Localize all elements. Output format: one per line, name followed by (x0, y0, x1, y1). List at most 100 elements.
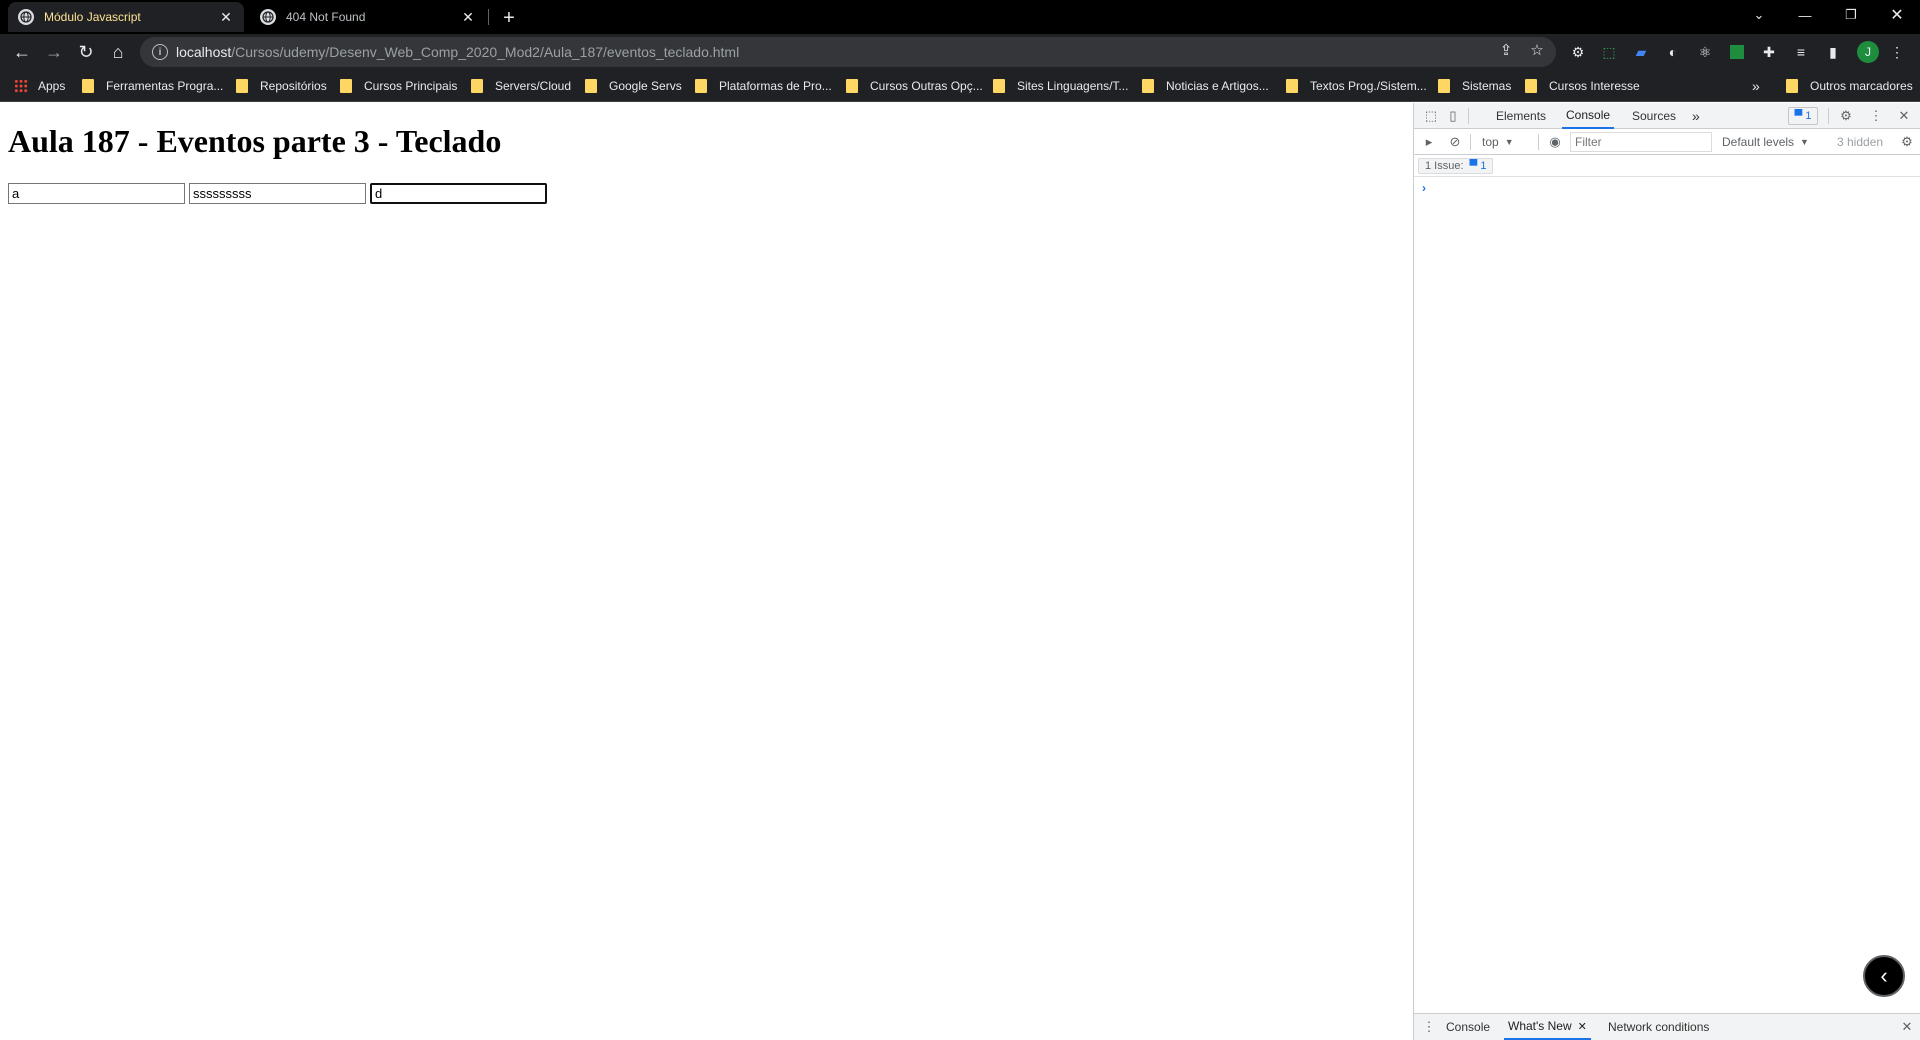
extensions-puzzle-icon[interactable]: ✚ (1760, 43, 1778, 61)
tab-search-chevron-icon[interactable]: ⌄ (1736, 0, 1782, 30)
console-prompt[interactable]: › (1422, 181, 1426, 195)
devtools-menu-icon[interactable]: ⋮ (1867, 107, 1885, 125)
text-input-1[interactable] (8, 183, 185, 204)
folder-icon (695, 79, 707, 93)
bookmark-folder[interactable]: Sites Linguagens/T... (993, 76, 1128, 96)
folder-icon (1438, 79, 1450, 93)
bookmark-folder[interactable]: Noticias e Artigos... (1142, 76, 1269, 96)
close-devtools-icon[interactable]: ✕ (1895, 107, 1913, 125)
console-settings-gear-icon[interactable]: ⚙ (1898, 133, 1916, 151)
minimize-button[interactable]: — (1782, 0, 1828, 30)
home-button[interactable]: ⌂ (106, 40, 130, 64)
floating-back-button[interactable]: ‹ (1863, 955, 1905, 997)
bookmark-star-icon[interactable]: ☆ (1528, 41, 1546, 59)
restore-button[interactable]: ❐ (1828, 0, 1874, 30)
globe-icon (18, 9, 34, 25)
folder-icon (993, 79, 1005, 93)
reading-list-icon[interactable]: ≡ (1792, 43, 1810, 61)
drawer-tab-console[interactable]: Console (1442, 1014, 1494, 1040)
bookmark-folder[interactable]: Repositórios (236, 76, 327, 96)
text-input-2[interactable] (189, 183, 366, 204)
tab-404-not-found[interactable]: 404 Not Found ✕ (250, 2, 486, 32)
device-toolbar-icon[interactable]: ▯ (1444, 107, 1462, 125)
log-levels-selector[interactable]: Default levels ▼ (1722, 133, 1809, 151)
close-tab-icon[interactable]: ✕ (1578, 1020, 1587, 1033)
apps-grid-icon (14, 79, 28, 93)
clear-console-icon[interactable]: ⊘ (1446, 133, 1464, 151)
issues-bar: 1 Issue: ▀ 1 (1414, 155, 1920, 177)
tab-title: 404 Not Found (286, 10, 366, 24)
tab-console[interactable]: Console (1562, 103, 1615, 129)
extension-react-icon[interactable]: ⚛ (1696, 43, 1714, 61)
forward-button[interactable]: → (42, 40, 66, 64)
site-info-icon[interactable]: i (152, 44, 168, 60)
new-tab-button[interactable]: + (497, 6, 521, 30)
bookmark-folder[interactable]: Cursos Outras Opç... (846, 76, 983, 96)
globe-icon (260, 9, 276, 25)
tab-modulo-javascript[interactable]: Módulo Javascript ✕ (8, 2, 244, 32)
bookmarks-overflow-button[interactable]: » (1752, 76, 1760, 96)
bookmark-folder[interactable]: Ferramentas Progra... (82, 76, 223, 96)
message-icon: ▀ (1794, 110, 1803, 122)
hidden-messages-count: 3 hidden (1837, 135, 1884, 149)
console-output[interactable]: › (1414, 177, 1920, 927)
folder-icon (236, 79, 248, 93)
folder-icon (1286, 79, 1298, 93)
side-panel-icon[interactable]: ▮ (1824, 43, 1842, 61)
settings-gear-icon[interactable]: ⚙ (1837, 107, 1855, 125)
profile-avatar[interactable]: J (1857, 41, 1879, 63)
folder-icon (846, 79, 858, 93)
browser-menu-icon[interactable]: ⋮ (1888, 43, 1906, 61)
extension-screenshot-icon[interactable]: ⬚ (1600, 43, 1618, 61)
close-tab-icon[interactable]: ✕ (460, 9, 476, 25)
bookmark-folder[interactable]: Cursos Interesse (1525, 76, 1640, 96)
divider (1538, 134, 1539, 150)
divider (1470, 134, 1471, 150)
text-input-3[interactable] (370, 183, 547, 204)
inspect-element-icon[interactable]: ⬚ (1422, 107, 1440, 125)
close-window-button[interactable]: ✕ (1874, 0, 1920, 30)
message-icon: ▀ (1469, 160, 1478, 172)
address-bar[interactable]: i localhost/Cursos/udemy/Desenv_Web_Comp… (140, 37, 1556, 67)
folder-icon (1142, 79, 1154, 93)
drawer-menu-icon[interactable]: ⋮ (1420, 1018, 1438, 1036)
tab-elements[interactable]: Elements (1492, 103, 1550, 129)
close-tab-icon[interactable]: ✕ (218, 9, 234, 25)
tab-strip: Módulo Javascript ✕ 404 Not Found ✕ + ⌄ … (0, 0, 1920, 34)
bookmark-folder[interactable]: Google Servs (585, 76, 682, 96)
dropdown-arrow-icon: ▼ (1800, 137, 1809, 147)
drawer-tab-network-conditions[interactable]: Network conditions (1604, 1014, 1713, 1040)
extension-green-icon[interactable] (1728, 43, 1746, 61)
more-tabs-button[interactable]: » (1688, 103, 1704, 129)
issues-badge[interactable]: ▀ 1 (1788, 107, 1818, 125)
bookmark-folder[interactable]: Sistemas (1438, 76, 1511, 96)
bookmark-folder[interactable]: Textos Prog./Sistem... (1286, 76, 1427, 96)
bookmark-apps[interactable]: Apps (14, 76, 65, 96)
back-button[interactable]: ← (10, 40, 34, 64)
other-bookmarks-folder[interactable]: Outros marcadores (1786, 76, 1913, 96)
tab-title: Módulo Javascript (44, 10, 141, 24)
drawer-tab-whats-new[interactable]: What's New ✕ (1504, 1014, 1591, 1040)
extension-blue-icon[interactable]: ▰ (1632, 43, 1650, 61)
devtools-drawer: ⋮ Console What's New ✕ Network conditions… (1414, 1013, 1920, 1040)
folder-icon (471, 79, 483, 93)
bookmark-folder[interactable]: Plataformas de Pro... (695, 76, 832, 96)
extension-gear-icon[interactable]: ⚙ (1569, 43, 1587, 61)
issues-link[interactable]: 1 Issue: ▀ 1 (1418, 158, 1494, 174)
extension-circle-icon[interactable]: ◐ (1664, 43, 1682, 61)
live-expression-eye-icon[interactable]: ◉ (1546, 133, 1564, 151)
url-text: localhost/Cursos/udemy/Desenv_Web_Comp_2… (176, 44, 740, 60)
close-drawer-icon[interactable]: ✕ (1898, 1018, 1916, 1036)
bookmark-folder[interactable]: Servers/Cloud (471, 76, 571, 96)
console-toolbar: ▸ ⊘ top▼ ◉ Default levels▼ 3 hidden ⚙ (1414, 129, 1920, 155)
sidebar-toggle-icon[interactable]: ▸ (1420, 133, 1438, 151)
divider (1468, 108, 1469, 124)
share-icon[interactable]: ⇪ (1497, 41, 1515, 59)
console-filter-input[interactable] (1570, 132, 1712, 152)
context-selector[interactable]: top ▼ (1482, 133, 1514, 151)
bookmarks-bar: Apps Ferramentas Progra... Repositórios … (0, 70, 1920, 102)
tab-sources[interactable]: Sources (1628, 103, 1680, 129)
tab-separator (488, 9, 489, 25)
reload-button[interactable]: ↻ (74, 40, 98, 64)
bookmark-folder[interactable]: Cursos Principais (340, 76, 457, 96)
